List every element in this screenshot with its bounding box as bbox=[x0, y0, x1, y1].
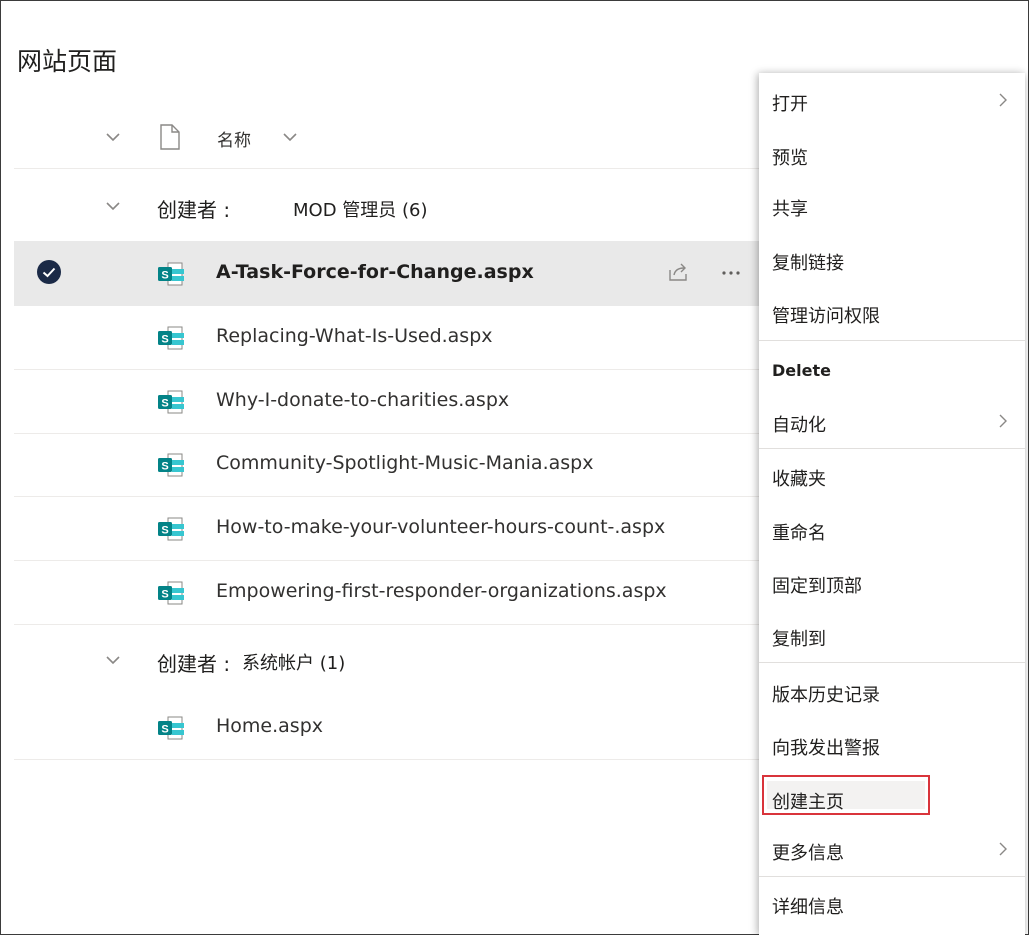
menu-item-label: 预览 bbox=[772, 148, 808, 169]
file-name[interactable]: A-Task-Force-for-Change.aspx bbox=[216, 261, 534, 283]
menu-divider bbox=[759, 340, 1025, 341]
file-name[interactable]: How-to-make-your-volunteer-hours-count-.… bbox=[216, 516, 665, 538]
sharepoint-page-icon: S bbox=[157, 579, 185, 607]
share-icon[interactable] bbox=[666, 260, 690, 284]
menu-divider bbox=[759, 876, 1025, 877]
sharepoint-page-icon: S bbox=[157, 714, 185, 742]
menu-item-pin-to-top[interactable]: 固定到顶部 bbox=[759, 560, 1025, 606]
menu-item-alert-me[interactable]: 向我发出警报 bbox=[759, 722, 1025, 768]
menu-item-copy-link[interactable]: 复制链接 bbox=[759, 237, 1025, 283]
group-collapse-chevron-icon[interactable] bbox=[102, 649, 124, 671]
menu-item-preview[interactable]: 预览 bbox=[759, 132, 1025, 178]
group-value: MOD 管理员 (6) bbox=[293, 200, 428, 221]
menu-item-open[interactable]: 打开 bbox=[759, 78, 1025, 124]
table-row[interactable]: S Home.aspx bbox=[14, 695, 759, 760]
column-name-header[interactable]: 名称 bbox=[217, 126, 251, 151]
file-name[interactable]: Community-Spotlight-Music-Mania.aspx bbox=[216, 452, 593, 474]
menu-divider bbox=[759, 448, 1025, 449]
context-menu: 打开 预览 共享 复制链接 管理访问权限 Delete 自动化 收藏夹 重命名 … bbox=[759, 73, 1025, 935]
menu-item-label: 详细信息 bbox=[772, 897, 844, 918]
svg-text:S: S bbox=[161, 334, 168, 346]
document-icon bbox=[159, 124, 181, 150]
menu-item-label: 复制链接 bbox=[772, 253, 844, 274]
table-row[interactable]: S How-to-make-your-volunteer-hours-count… bbox=[14, 496, 759, 561]
table-row[interactable]: S Why-I-donate-to-charities.aspx bbox=[14, 369, 759, 434]
menu-item-share[interactable]: 共享 bbox=[759, 183, 1025, 229]
sharepoint-page-icon: S bbox=[157, 324, 185, 352]
chevron-right-icon bbox=[995, 92, 1011, 108]
column-header: 名称 bbox=[14, 108, 759, 169]
svg-text:S: S bbox=[161, 525, 168, 537]
svg-text:S: S bbox=[161, 461, 168, 473]
menu-divider bbox=[759, 662, 1025, 663]
group-label: 创建者 : bbox=[157, 652, 231, 676]
highlight-box bbox=[762, 775, 930, 815]
sharepoint-page-icon: S bbox=[157, 451, 185, 479]
sharepoint-page-icon: S bbox=[157, 515, 185, 543]
menu-item-automate[interactable]: 自动化 bbox=[759, 399, 1025, 445]
menu-item-label: 管理访问权限 bbox=[772, 306, 880, 327]
menu-item-copy-to[interactable]: 复制到 bbox=[759, 613, 1025, 659]
more-ellipsis-icon[interactable] bbox=[719, 263, 743, 283]
menu-item-manage-access[interactable]: 管理访问权限 bbox=[759, 290, 1025, 336]
chevron-right-icon bbox=[995, 841, 1011, 857]
menu-item-label: 更多信息 bbox=[772, 843, 844, 864]
group-header-system-account: 创建者 : 系统帐户 (1) bbox=[14, 630, 759, 690]
svg-text:S: S bbox=[161, 589, 168, 601]
menu-item-details[interactable]: 详细信息 bbox=[759, 881, 1025, 927]
chevron-right-icon bbox=[995, 413, 1011, 429]
table-row[interactable]: S A-Task-Force-for-Change.aspx bbox=[14, 241, 759, 306]
group-collapse-chevron-icon[interactable] bbox=[102, 195, 124, 217]
menu-item-more-info[interactable]: 更多信息 bbox=[759, 827, 1025, 873]
menu-item-version-history[interactable]: 版本历史记录 bbox=[759, 669, 1025, 715]
menu-item-label: 打开 bbox=[772, 94, 808, 115]
group-label: 创建者 : bbox=[157, 198, 231, 222]
file-name[interactable]: Empowering-first-responder-organizations… bbox=[216, 580, 667, 602]
table-row[interactable]: S Replacing-What-Is-Used.aspx bbox=[14, 305, 759, 370]
menu-item-label: 向我发出警报 bbox=[772, 738, 880, 759]
checkmark-circle-icon[interactable] bbox=[37, 260, 61, 284]
menu-item-label: 固定到顶部 bbox=[772, 576, 862, 597]
menu-item-favorites[interactable]: 收藏夹 bbox=[759, 453, 1025, 499]
menu-item-label: 共享 bbox=[772, 199, 808, 220]
page-title: 网站页面 bbox=[17, 47, 118, 76]
sort-chevron-down-icon[interactable] bbox=[279, 126, 301, 148]
group-header-mod-admin: 创建者 : MOD 管理员 (6) bbox=[14, 176, 759, 236]
sharepoint-page-icon: S bbox=[157, 260, 185, 288]
group-value: 系统帐户 (1) bbox=[242, 653, 346, 674]
menu-item-label: 自动化 bbox=[772, 415, 826, 436]
menu-item-label: 重命名 bbox=[772, 523, 826, 544]
menu-item-delete[interactable]: Delete bbox=[759, 349, 1025, 395]
menu-item-label: 收藏夹 bbox=[772, 469, 826, 490]
table-row[interactable]: S Empowering-first-responder-organizatio… bbox=[14, 560, 759, 625]
menu-item-label: Delete bbox=[772, 361, 831, 380]
file-name[interactable]: Replacing-What-Is-Used.aspx bbox=[216, 325, 493, 347]
file-name[interactable]: Home.aspx bbox=[216, 715, 323, 737]
menu-item-label: 版本历史记录 bbox=[772, 685, 880, 706]
menu-item-label: 复制到 bbox=[772, 629, 826, 650]
svg-text:S: S bbox=[161, 724, 168, 736]
menu-item-rename[interactable]: 重命名 bbox=[759, 507, 1025, 553]
sharepoint-page-icon: S bbox=[157, 388, 185, 416]
svg-text:S: S bbox=[161, 398, 168, 410]
svg-text:S: S bbox=[161, 270, 168, 282]
collapse-all-chevron-icon[interactable] bbox=[102, 126, 124, 148]
file-name[interactable]: Why-I-donate-to-charities.aspx bbox=[216, 389, 509, 411]
table-row[interactable]: S Community-Spotlight-Music-Mania.aspx bbox=[14, 432, 759, 497]
